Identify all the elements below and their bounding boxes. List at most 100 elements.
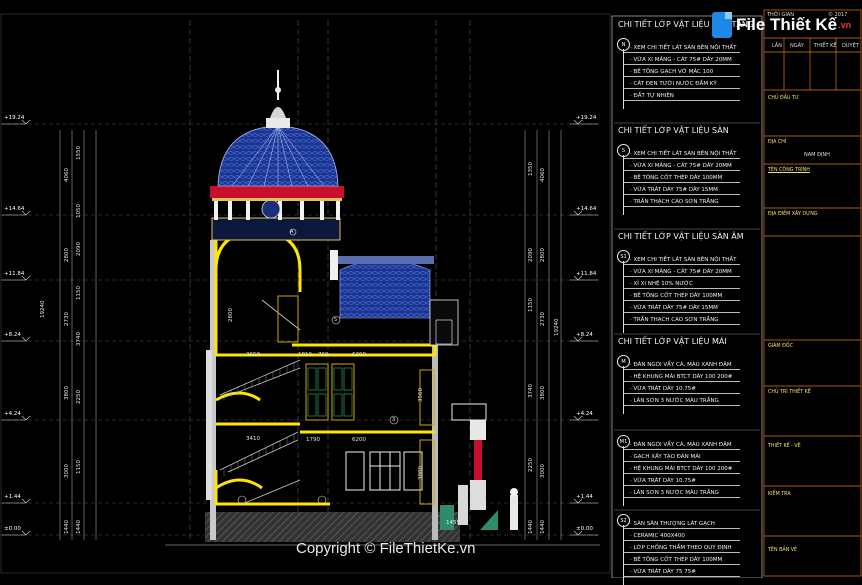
- level-markers-right: [570, 119, 598, 536]
- legend-rule: [624, 381, 740, 382]
- legend-item: · LĂN SƠN 3 NƯỚC MÀU TRẮNG: [630, 398, 719, 404]
- legend-rule: [624, 100, 740, 101]
- dimension-label: 3800: [540, 386, 546, 400]
- dimension-label: 1150: [76, 460, 82, 474]
- legend-rule: [624, 369, 740, 370]
- drum-base: [211, 217, 341, 241]
- dimension-label: 1050: [76, 204, 82, 218]
- legend-rule: [624, 528, 740, 529]
- height-a: 2800: [228, 308, 234, 322]
- small-dome-cornice: [338, 256, 434, 264]
- legend-rule: [624, 312, 740, 313]
- dimension-label: 2090: [528, 248, 534, 262]
- room-width-2: 3410: [246, 436, 260, 442]
- tb-chu-tri: CHỦ TRÌ THIẾT KẾ: [768, 390, 811, 395]
- tag-b: 3: [392, 417, 396, 423]
- legend-item: · TRẦN THẠCH CAO SƠN TRẮNG: [630, 199, 719, 205]
- height-b: 3560: [418, 388, 424, 402]
- span-2: 760: [318, 352, 329, 358]
- drawing-canvas[interactable]: [0, 0, 862, 578]
- level-label-left: +14.64: [4, 206, 25, 212]
- legend-rule: [624, 564, 740, 565]
- tb-value-1: NAM ĐỊNH: [804, 152, 830, 158]
- building-section: [206, 70, 518, 540]
- legend-item: · XEM CHI TIẾT LÁT SÀN BÊN NỘI THẤT: [630, 151, 737, 157]
- dimension-label: 3800: [64, 386, 70, 400]
- legend-rule: [624, 52, 740, 53]
- balcony-rail: [451, 403, 487, 421]
- oculus: [261, 199, 281, 219]
- tb-kiem-tra: KIỂM TRA: [768, 492, 791, 497]
- span-3: 6200: [352, 352, 366, 358]
- dimension-label: 1440: [528, 520, 534, 534]
- level-label-right: +1.44: [576, 494, 593, 500]
- dimension-label: 3000: [64, 464, 70, 478]
- drawing-frame: [0, 13, 611, 574]
- door-attic: [277, 295, 299, 343]
- tag-c: 5: [334, 317, 338, 323]
- legend-item: · VỮA TRÁT DÀY 75# DÀY 15MM: [630, 187, 718, 193]
- level-label-right: ±0.00: [576, 526, 593, 532]
- legend-item: · CERAMIC 400X400: [630, 533, 685, 539]
- legend-rule: [624, 288, 740, 289]
- legend-section-title: CHI TIẾT LỚP VẬT LIỆU SÀN ÂM: [618, 232, 744, 241]
- legend-rule: [624, 206, 740, 207]
- legend-item: · HỆ KHUNG MÁI BTCT DÀY 100 200#: [630, 466, 733, 472]
- dimension-label: 1440: [76, 520, 82, 534]
- drum-red-band: [210, 186, 344, 198]
- legend-rule: [624, 473, 740, 474]
- level-label-left: +4.24: [4, 411, 21, 417]
- legend-item: · SÀN SÂN THƯỢNG LÁT GẠCH: [630, 521, 715, 527]
- legend-rule: [624, 300, 740, 301]
- logo-suffix: .vn: [838, 20, 852, 30]
- legend-item: · HỆ KHUNG MÁI BTCT DÀY 100 200#: [630, 374, 733, 380]
- legend-item: · BÊ TÔNG CỐT THÉP DÀY 100MM: [630, 175, 723, 181]
- ground-hatch: [205, 512, 460, 542]
- dimension-label: 1150: [528, 298, 534, 312]
- dimension-label: 2090: [76, 242, 82, 256]
- legend-rule: [624, 485, 740, 486]
- legend-item: · TRẦN THẠCH CAO SƠN TRẮNG: [630, 317, 719, 323]
- stair-treads: [223, 362, 295, 476]
- dimension-label: 3740: [76, 332, 82, 346]
- legend-rule: [624, 449, 740, 450]
- legend-item: · CÁT ĐEN TƯỚI NƯỚC ĐẦM KỸ: [630, 81, 717, 87]
- legend-item: · XEM CHI TIẾT LÁT SÀN BÊN NỘI THẤT: [630, 257, 737, 263]
- dimension-label: 2250: [528, 458, 534, 472]
- legend-leader: [623, 366, 624, 414]
- legend-rule: [624, 324, 740, 325]
- dimension-label: 4060: [64, 168, 70, 182]
- tb-dia-chi: ĐỊA CHỈ: [768, 140, 787, 145]
- legend-item: · XỈ XI NHỆ 10% NƯỚC: [630, 281, 693, 287]
- legend-item: · ĐÁN NGÓI VẨY CÁ, MÀU XANH ĐẬM: [630, 442, 732, 448]
- staircase: [219, 299, 301, 506]
- legend-rule: [624, 264, 740, 265]
- tb-col-ngay: NGÀY: [790, 43, 804, 49]
- level-label-left: +11.84: [4, 271, 25, 277]
- small-dome: [339, 259, 431, 319]
- dimension-label: 2730: [64, 312, 70, 326]
- legend-item: · BÊ TÔNG CỐT THÉP DÀY 100MM: [630, 557, 723, 563]
- legend-rule: [624, 461, 740, 462]
- tb-dia-diem: ĐỊA ĐIỂM XÂY DỰNG: [768, 212, 818, 217]
- level-label-right: +4.24: [576, 411, 593, 417]
- level-label-left: ±0.00: [4, 526, 21, 532]
- legend-item: · VỮA XI MĂNG - CÁT 75# DÀY 20MM: [630, 163, 732, 169]
- legend-item: · VỮA TRÁT DÀY 75 75#: [630, 569, 696, 575]
- legend-rule: [624, 276, 740, 277]
- level-label-left: +1.44: [4, 494, 21, 500]
- level-label-right: +11.84: [576, 271, 597, 277]
- dimension-label: 1550: [76, 146, 82, 160]
- dimension-label: 2250: [76, 390, 82, 404]
- lantern: [270, 107, 286, 118]
- left-column: [206, 350, 212, 500]
- legend-item: · VỮA XI MĂNG - CÁT 75# DÀY 20MM: [630, 57, 732, 63]
- red-column: [474, 440, 482, 480]
- lantern-base: [266, 118, 290, 128]
- legend-rule: [624, 552, 740, 553]
- dimension-label: 2800: [64, 248, 70, 262]
- tag-a: A: [290, 229, 294, 235]
- legend-rule: [624, 194, 740, 195]
- legend-rule: [624, 497, 740, 498]
- legend-rule: [624, 182, 740, 183]
